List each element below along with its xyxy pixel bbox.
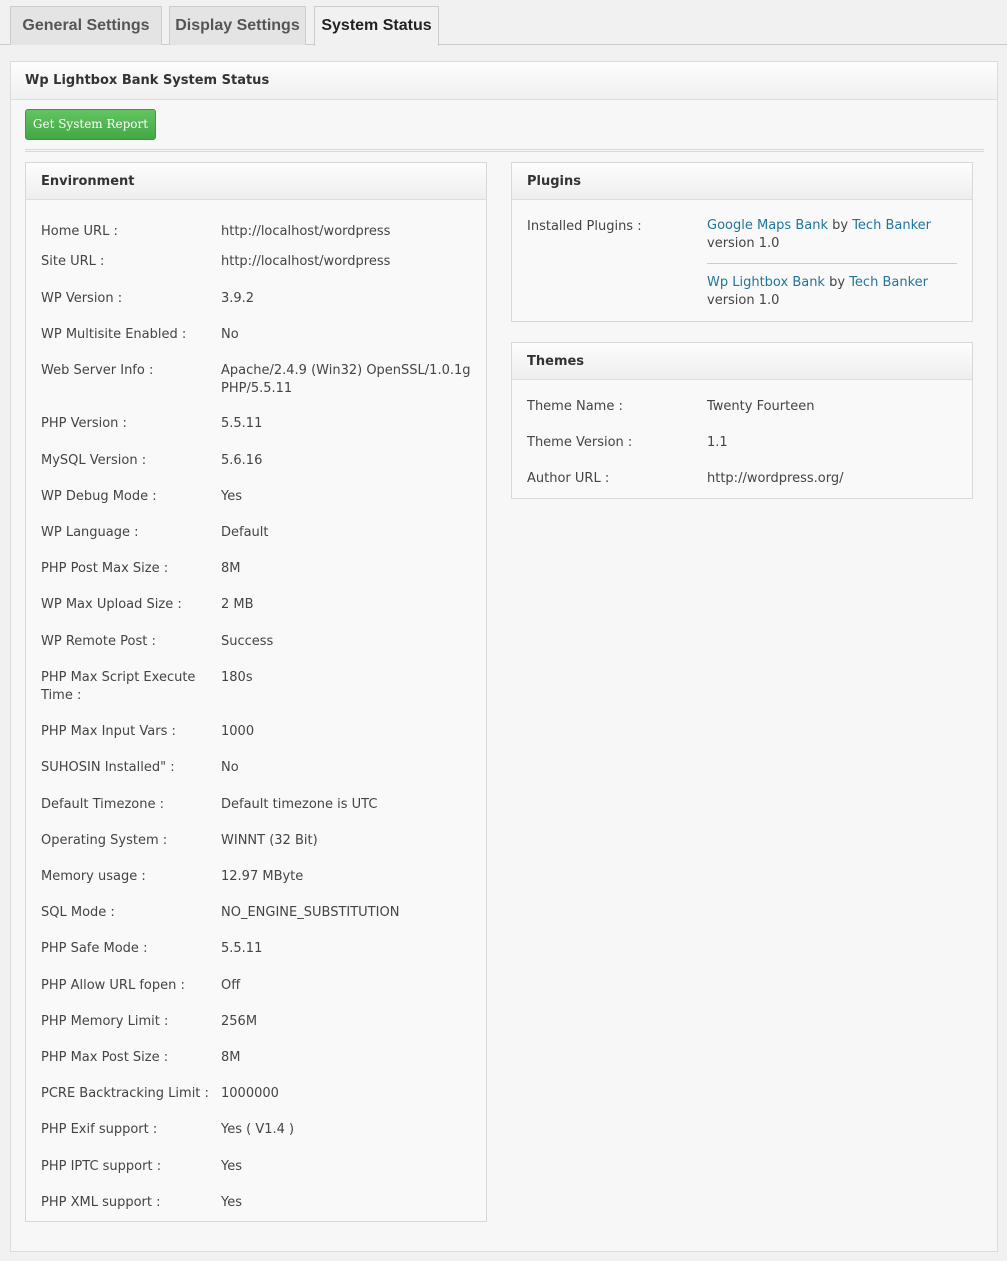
theme-label: Author URL : xyxy=(527,471,610,486)
environment-value: 5.5.11 xyxy=(221,416,263,431)
plugin-author-link[interactable]: Tech Banker xyxy=(849,275,928,290)
plugin-item: Google Maps Bank by Tech Banker version … xyxy=(707,217,931,253)
environment-label: SUHOSIN Installed" : xyxy=(41,760,175,775)
plugin-name-link[interactable]: Wp Lightbox Bank xyxy=(707,275,825,290)
environment-label: PHP IPTC support : xyxy=(41,1159,162,1174)
environment-label: Web Server Info : xyxy=(41,363,154,378)
environment-value: Yes xyxy=(221,489,242,504)
divider xyxy=(25,149,984,152)
plugins-title: Plugins xyxy=(512,163,972,200)
environment-label: WP Debug Mode : xyxy=(41,489,157,504)
themes-panel: Themes Theme Name : Twenty Fourteen Them… xyxy=(511,342,973,499)
environment-value: 8M xyxy=(221,561,241,576)
environment-value: 12.97 MByte xyxy=(221,869,304,884)
environment-value: 5.6.16 xyxy=(221,453,263,468)
environment-value: Default timezone is UTC xyxy=(221,797,378,812)
theme-value: Twenty Fourteen xyxy=(707,399,815,414)
environment-label: PHP Exif support : xyxy=(41,1122,158,1137)
plugin-author-link[interactable]: Tech Banker xyxy=(852,218,931,233)
environment-value: WINNT (32 Bit) xyxy=(221,833,318,848)
environment-value: 256M xyxy=(221,1014,258,1029)
environment-label: Site URL : xyxy=(41,254,105,269)
environment-value: Yes xyxy=(221,1195,242,1210)
environment-label: PHP XML support : xyxy=(41,1195,161,1210)
theme-value: http://wordpress.org/ xyxy=(707,471,844,486)
environment-value: 180s xyxy=(221,670,253,685)
environment-label: WP Multisite Enabled : xyxy=(41,327,187,342)
environment-value: http://localhost/wordpress xyxy=(221,254,391,269)
environment-title: Environment xyxy=(26,163,486,200)
environment-value: 1000 xyxy=(221,724,255,739)
environment-label: WP Version : xyxy=(41,291,123,306)
environment-label: WP Remote Post : xyxy=(41,634,156,649)
environment-value: No xyxy=(221,760,239,775)
environment-label: PCRE Backtracking Limit : xyxy=(41,1086,209,1101)
environment-value: Yes ( V1.4 ) xyxy=(221,1122,295,1137)
environment-label: PHP Safe Mode : xyxy=(41,941,148,956)
plugin-by: by xyxy=(832,218,849,233)
installed-plugins-label: Installed Plugins : xyxy=(527,219,642,234)
environment-label: Memory usage : xyxy=(41,869,146,884)
plugin-name-link[interactable]: Google Maps Bank xyxy=(707,218,828,233)
environment-label: PHP Max Input Vars : xyxy=(41,724,176,739)
plugin-by: by xyxy=(829,275,846,290)
themes-title: Themes xyxy=(512,343,972,380)
environment-label: PHP Post Max Size : xyxy=(41,561,169,576)
theme-value: 1.1 xyxy=(707,435,728,450)
environment-value: 2 MB xyxy=(221,597,254,612)
environment-panel: Environment Home URL : http://localhost/w… xyxy=(25,162,487,1222)
plugin-item: Wp Lightbox Bank by Tech Banker version … xyxy=(707,274,928,310)
get-system-report-button[interactable]: Get System Report xyxy=(25,109,156,140)
environment-value: Yes xyxy=(221,1159,242,1174)
environment-label: Default Timezone : xyxy=(41,797,164,812)
page-title: Wp Lightbox Bank System Status xyxy=(11,62,997,100)
plugin-separator xyxy=(707,263,957,264)
environment-label: PHP Memory Limit : xyxy=(41,1014,169,1029)
environment-label: MySQL Version : xyxy=(41,453,147,468)
environment-label: PHP Max Script Execute Time : xyxy=(41,670,196,703)
environment-label: SQL Mode : xyxy=(41,905,115,920)
environment-label: PHP Allow URL fopen : xyxy=(41,978,185,993)
tab-general-settings[interactable]: General Settings xyxy=(10,6,162,45)
environment-value: 3.9.2 xyxy=(221,291,255,306)
plugin-version: version 1.0 xyxy=(707,293,780,308)
environment-value: 8M xyxy=(221,1050,241,1065)
theme-label: Theme Version : xyxy=(527,435,633,450)
plugin-version: version 1.0 xyxy=(707,236,780,251)
environment-label: PHP Max Post Size : xyxy=(41,1050,169,1065)
environment-label: Operating System : xyxy=(41,833,168,848)
tab-display-settings[interactable]: Display Settings xyxy=(169,6,306,45)
environment-value: http://localhost/wordpress xyxy=(221,224,391,239)
environment-label: WP Language : xyxy=(41,525,139,540)
tab-system-status[interactable]: System Status xyxy=(314,6,439,46)
environment-value: 5.5.11 xyxy=(221,941,263,956)
environment-value: 1000000 xyxy=(221,1086,279,1101)
environment-value: Success xyxy=(221,634,274,649)
plugins-panel: Plugins Installed Plugins : Google Maps … xyxy=(511,162,973,322)
environment-label: Home URL : xyxy=(41,224,118,239)
environment-value: Default xyxy=(221,525,269,540)
environment-value: No xyxy=(221,327,239,342)
environment-label: WP Max Upload Size : xyxy=(41,597,182,612)
theme-label: Theme Name : xyxy=(527,399,623,414)
environment-value: NO_ENGINE_SUBSTITUTION xyxy=(221,905,400,920)
environment-value: Off xyxy=(221,978,241,993)
environment-value: Apache/2.4.9 (Win32) OpenSSL/1.0.1g PHP/… xyxy=(221,363,471,396)
system-status-box: Wp Lightbox Bank System Status Get Syste… xyxy=(10,61,998,1252)
environment-label: PHP Version : xyxy=(41,416,127,431)
